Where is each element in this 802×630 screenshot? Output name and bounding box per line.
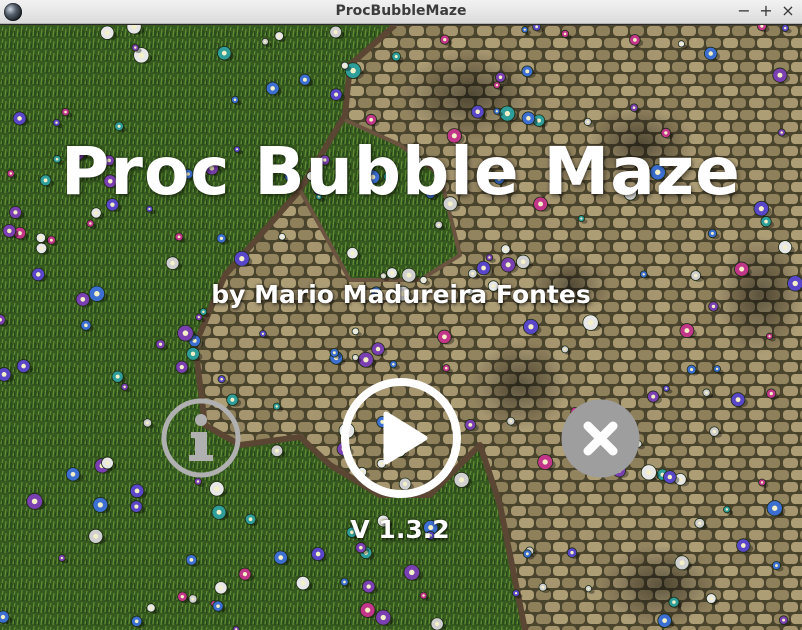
- window-title: ProcBubbleMaze: [335, 3, 467, 19]
- version-label: V 1.3.2: [350, 515, 450, 544]
- info-icon: [161, 398, 241, 478]
- info-button[interactable]: [160, 397, 242, 479]
- maximize-button[interactable]: +: [757, 2, 775, 20]
- close-icon: [561, 399, 640, 478]
- author-credit: by Mario Madureira Fontes: [211, 280, 591, 309]
- window-titlebar: ProcBubbleMaze − + ×: [0, 0, 802, 24]
- game-canvas: Proc Bubble Maze by Mario Madureira Font…: [0, 25, 802, 630]
- exit-button[interactable]: [560, 398, 641, 479]
- game-title: Proc Bubble Maze: [61, 133, 741, 210]
- minimize-button[interactable]: −: [735, 2, 753, 20]
- play-button[interactable]: [339, 376, 463, 500]
- play-icon: [341, 378, 461, 498]
- close-window-button[interactable]: ×: [779, 2, 797, 20]
